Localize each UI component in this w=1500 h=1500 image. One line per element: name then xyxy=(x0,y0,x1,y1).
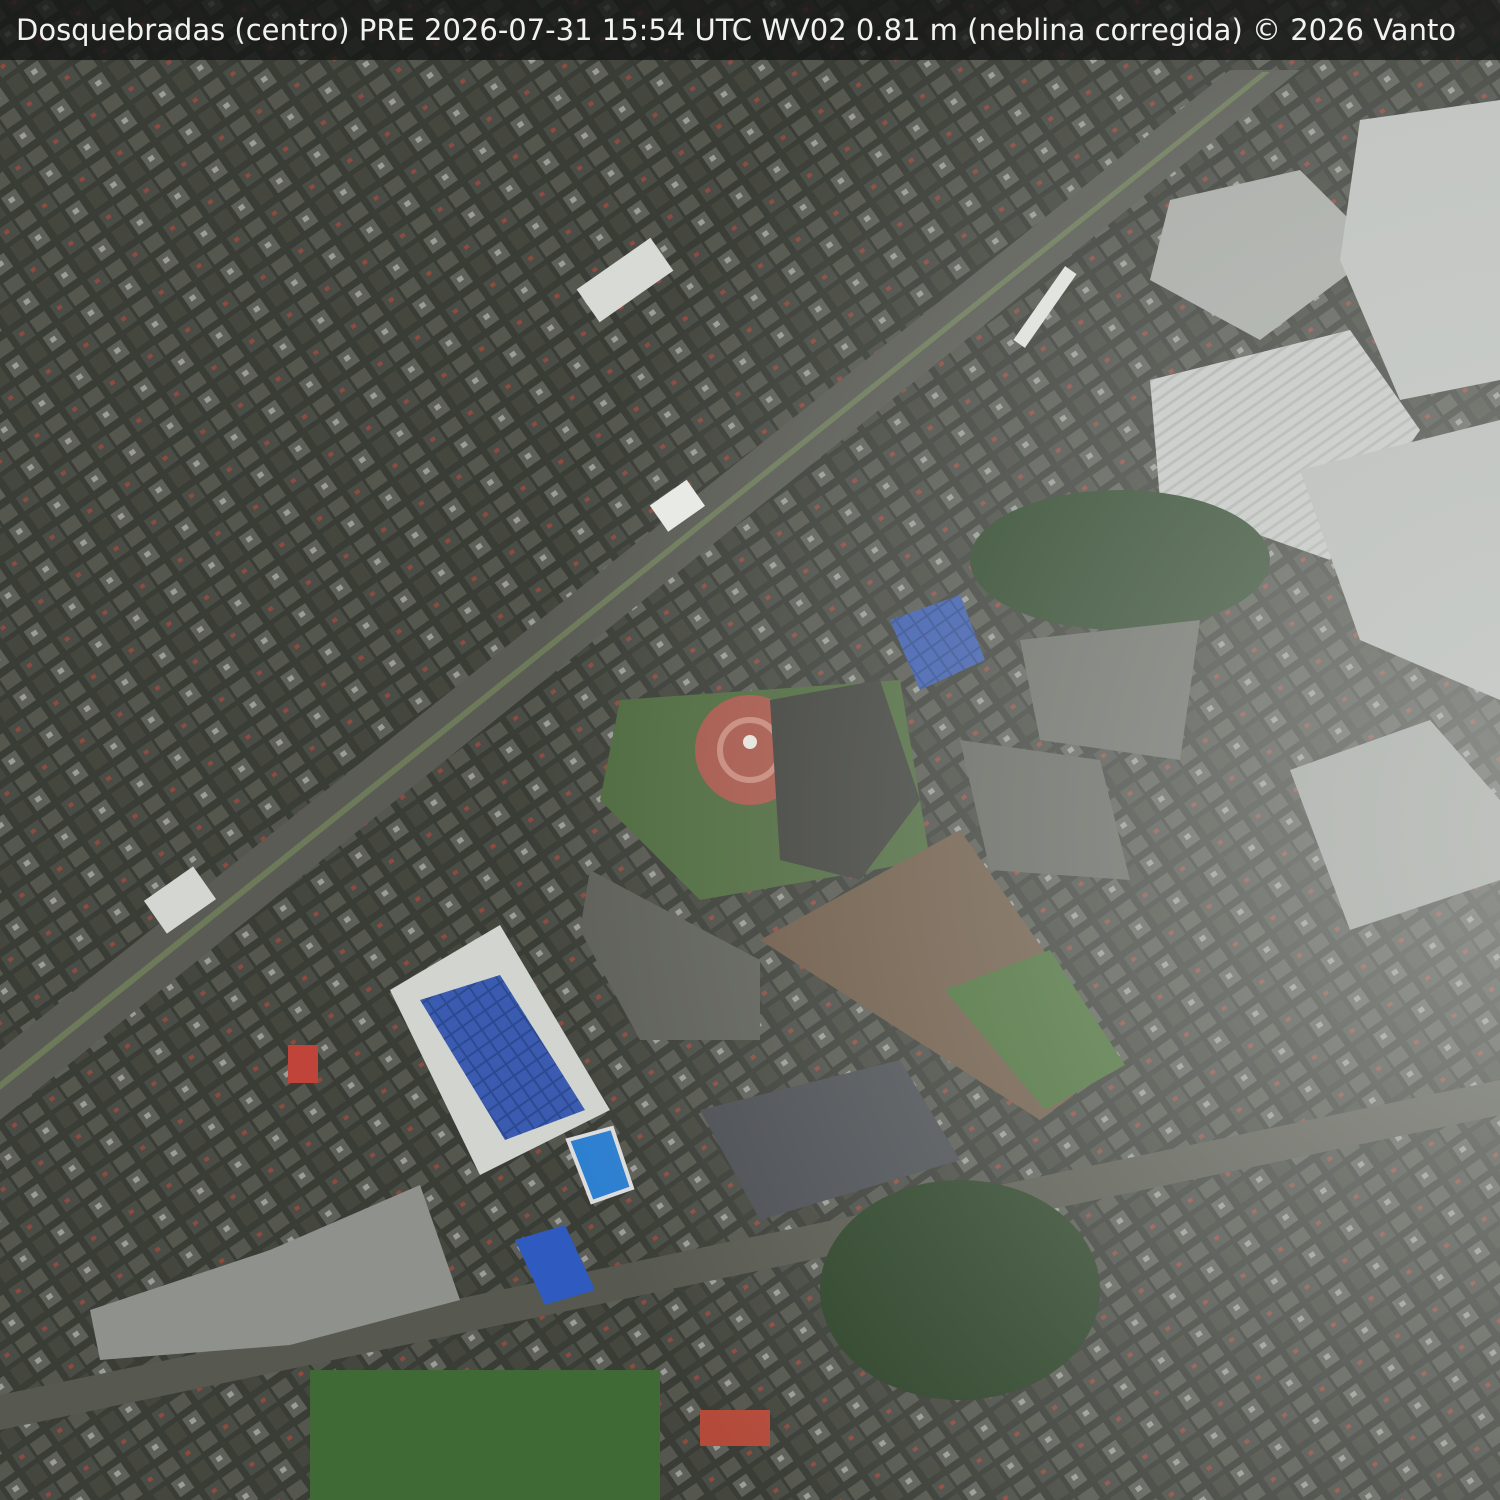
image-caption: Dosquebradas (centro) PRE 2026-07-31 15:… xyxy=(16,13,1457,47)
satellite-image xyxy=(0,0,1500,1500)
haze-overlay xyxy=(0,0,1500,1500)
caption-bar: Dosquebradas (centro) PRE 2026-07-31 15:… xyxy=(0,0,1500,60)
